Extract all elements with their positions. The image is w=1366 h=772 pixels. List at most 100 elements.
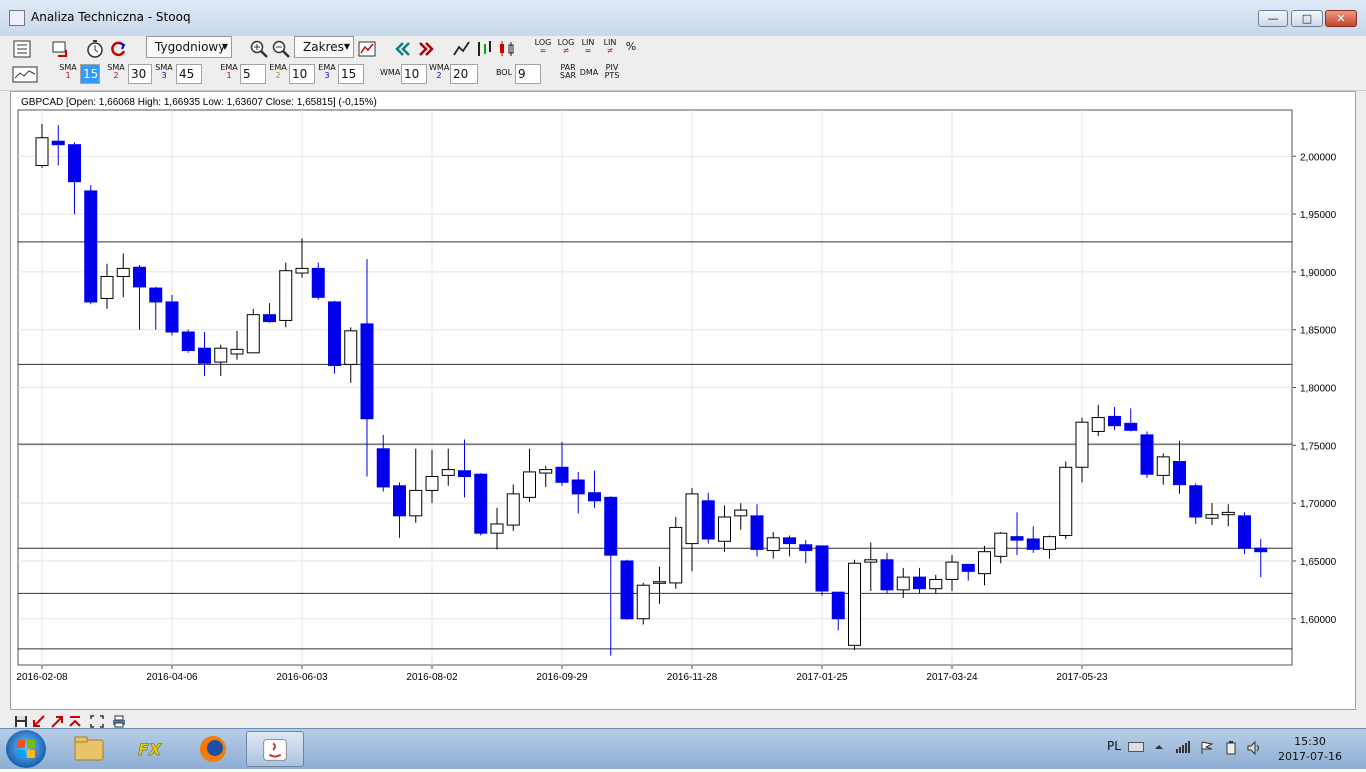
zoom-fit-sw-icon[interactable] — [32, 713, 46, 727]
power-icon[interactable] — [1224, 741, 1238, 758]
minimize-icon: — — [1267, 12, 1279, 25]
candle-body — [734, 509, 748, 517]
start-button[interactable] — [6, 730, 46, 768]
refresh-icon[interactable] — [108, 39, 128, 59]
candle-body — [1010, 536, 1024, 541]
wma2-sub: 2 — [436, 71, 442, 80]
wma2-input[interactable]: 20 — [450, 64, 478, 84]
candle — [848, 559, 861, 650]
pivpts-button[interactable]: PIV PTS — [602, 64, 622, 80]
y-axis: 2,00000 1,95000 1,90000 1,85000 1,80000 1,750… — [1292, 152, 1337, 626]
sma3-input[interactable]: 45 — [176, 64, 202, 84]
candle-chart-icon[interactable] — [497, 39, 517, 59]
candle-body — [149, 287, 163, 303]
candle-body — [51, 140, 65, 146]
wma1-input[interactable]: 10 — [401, 64, 427, 84]
sma1-input[interactable]: 15 — [80, 64, 100, 84]
candle-body — [766, 537, 780, 552]
lin-notequal-button[interactable]: LIN ≠ — [600, 39, 620, 55]
show-hidden-icons-icon[interactable] — [1154, 741, 1164, 755]
fx-taskbar-button[interactable]: FX — [122, 731, 180, 767]
line-chart-icon[interactable] — [452, 39, 472, 59]
firefox-taskbar-button[interactable] — [184, 731, 242, 767]
candle-body — [978, 551, 991, 575]
candle-body — [864, 559, 878, 563]
bol-input[interactable]: 9 — [515, 64, 541, 84]
candle-body — [539, 469, 553, 474]
candle-body — [360, 323, 374, 420]
parsar-button[interactable]: PAR SAR — [558, 64, 578, 80]
scroll-left-icon[interactable] — [393, 39, 413, 59]
candle-body — [425, 476, 439, 491]
fit-range-icon[interactable] — [357, 39, 377, 59]
y-tick-label: 1,60000 — [1300, 615, 1337, 626]
zoom-out-icon[interactable] — [271, 39, 291, 59]
minimize-button[interactable]: — — [1258, 10, 1288, 27]
expand-icon[interactable] — [68, 713, 82, 727]
parsar-bottom: SAR — [559, 71, 577, 80]
sma2-input[interactable]: 30 — [128, 64, 152, 84]
zoom-fit-ne-icon[interactable] — [50, 713, 64, 728]
candle-body — [718, 516, 731, 542]
java-taskbar-button[interactable] — [246, 731, 304, 767]
system-clock[interactable]: 15:30 2017-07-16 — [1264, 734, 1356, 764]
chart-panel[interactable]: 2,00000 1,95000 1,90000 1,85000 1,80000 1,750… — [10, 91, 1356, 710]
sma2-sub: 2 — [113, 71, 119, 80]
log-notequal-button[interactable]: LOG ≠ — [556, 39, 576, 55]
candle-body — [1140, 434, 1154, 475]
candle-body — [945, 561, 959, 580]
candle-body — [1108, 415, 1121, 427]
export-icon[interactable] — [50, 39, 70, 59]
candle-body — [295, 267, 309, 274]
candle — [474, 473, 488, 536]
maximize-button[interactable]: □ — [1291, 10, 1323, 27]
candle-body — [311, 267, 325, 298]
ema1-input[interactable]: 5 — [240, 64, 266, 84]
language-indicator[interactable]: PL — [1107, 739, 1121, 753]
candle-body — [1043, 536, 1056, 550]
explorer-taskbar-button[interactable] — [60, 731, 118, 767]
action-center-icon[interactable] — [1200, 741, 1214, 758]
candle-body — [1156, 456, 1170, 476]
indicator-chart-icon[interactable] — [12, 65, 38, 85]
volume-icon[interactable] — [1247, 740, 1263, 758]
save-icon[interactable] — [14, 713, 28, 727]
taskbar: FX PL 15:30 2017-07-16 — [0, 728, 1366, 769]
candlestick-chart[interactable]: 2,00000 1,95000 1,90000 1,85000 1,80000 1,750… — [11, 92, 1355, 709]
data-table-icon[interactable] — [12, 39, 32, 59]
firefox-icon — [200, 736, 226, 762]
interval-select[interactable]: Tygodniowy ▼ — [146, 36, 232, 58]
candle-body — [913, 576, 926, 590]
zoom-in-icon[interactable] — [249, 39, 269, 59]
ohlc-chart-icon[interactable] — [474, 39, 494, 59]
wma2-label: WMA 2 — [429, 64, 449, 80]
dma-button[interactable]: DMA — [579, 69, 599, 77]
x-tick-label: 2017-03-24 — [926, 672, 978, 683]
windows-logo-icon — [17, 740, 35, 758]
candle-body — [604, 496, 618, 556]
lin-equal-button[interactable]: LIN = — [578, 39, 598, 55]
timer-icon[interactable] — [85, 39, 105, 59]
candle — [669, 517, 683, 589]
candle — [1238, 512, 1251, 554]
scroll-right-icon[interactable] — [416, 39, 436, 59]
signal-icon[interactable] — [1176, 741, 1190, 756]
range-select[interactable]: Zakres ▼ — [294, 36, 354, 58]
candle-body — [1221, 511, 1235, 516]
ema3-input[interactable]: 15 — [338, 64, 364, 84]
y-tick-label: 2,00000 — [1300, 152, 1337, 163]
print-icon[interactable] — [112, 713, 126, 728]
candle-body — [669, 526, 683, 584]
candle — [620, 559, 634, 620]
candle-body — [328, 301, 341, 367]
candle-body — [1124, 422, 1138, 431]
ema2-input[interactable]: 10 — [289, 64, 315, 84]
x-tick-label: 2016-04-06 — [146, 672, 198, 683]
ema2-sub: 2 — [275, 71, 281, 80]
percent-button[interactable]: % — [622, 40, 640, 54]
keyboard-icon[interactable] — [1128, 741, 1144, 755]
y-tick-label: 1,95000 — [1300, 210, 1337, 221]
log-equal-button[interactable]: LOG = — [533, 39, 553, 55]
close-button[interactable]: ✕ — [1325, 10, 1357, 27]
fullscreen-icon[interactable] — [90, 713, 104, 728]
